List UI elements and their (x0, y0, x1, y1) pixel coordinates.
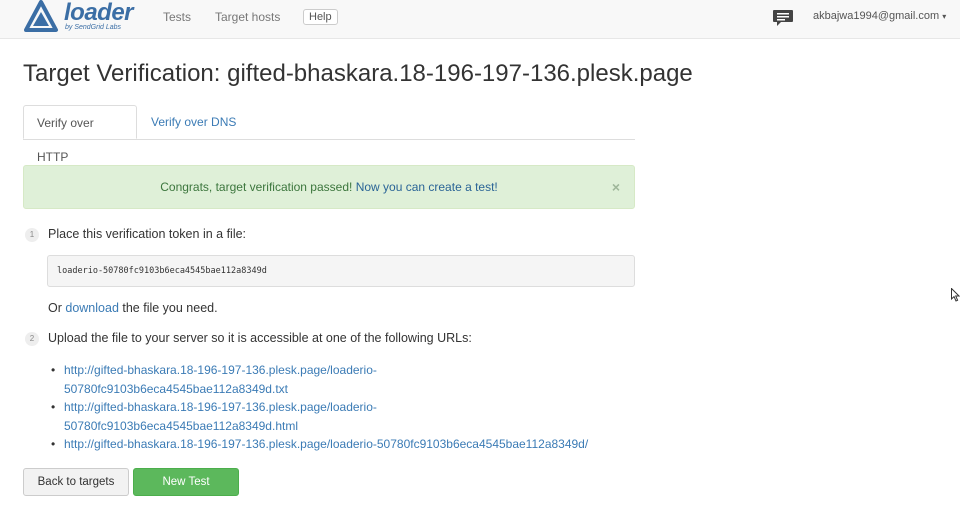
top-navbar: loader by SendGrid Labs Tests Target hos… (0, 0, 960, 39)
alert-message: Congrats, target verification passed! (160, 180, 353, 194)
step-number-1: 1 (25, 228, 39, 242)
bullet: • (51, 400, 56, 414)
url-txt-line-1[interactable]: http://gifted-bhaskara.18-196-197-136.pl… (64, 363, 377, 377)
chat-icon[interactable] (772, 9, 794, 32)
loader-logo-icon (24, 0, 58, 32)
caret-down-icon: ▾ (942, 12, 947, 21)
download-link[interactable]: download (65, 301, 119, 315)
step-2-text: Upload the file to your server so it is … (48, 331, 472, 345)
download-prefix: Or (48, 301, 62, 315)
step-1-text: Place this verification token in a file: (48, 227, 247, 241)
url-txt-line-2[interactable]: 50780fc9103b6eca4545bae112a8349d.txt (64, 382, 288, 396)
url-item-html[interactable]: • http://gifted-bhaskara.18-196-197-136.… (48, 398, 588, 435)
nav-help-button[interactable]: Help (303, 9, 338, 25)
nav-target-hosts-link[interactable]: Target hosts (215, 10, 280, 24)
url-html-line-1[interactable]: http://gifted-bhaskara.18-196-197-136.pl… (64, 400, 377, 414)
user-account-menu[interactable]: akbajwa1994@gmail.com ▾ (813, 10, 946, 22)
bullet: • (51, 437, 56, 451)
bullet: • (51, 363, 56, 377)
logo-tagline: by SendGrid Labs (65, 24, 122, 31)
url-list: • http://gifted-bhaskara.18-196-197-136.… (48, 361, 588, 454)
nav-tests-link[interactable]: Tests (163, 10, 191, 24)
close-icon[interactable]: × (612, 166, 620, 208)
success-alert: Congrats, target verification passed! No… (23, 165, 635, 209)
step-number-2: 2 (25, 332, 39, 346)
tab-verify-dns[interactable]: Verify over DNS (138, 105, 249, 139)
url-item-folder[interactable]: • http://gifted-bhaskara.18-196-197-136.… (48, 435, 588, 454)
tab-verify-http[interactable]: Verify over HTTP (23, 105, 137, 164)
back-to-targets-button[interactable]: Back to targets (23, 468, 129, 496)
download-line: Or download the file you need. (48, 301, 218, 315)
new-test-button[interactable]: New Test (133, 468, 239, 496)
mouse-cursor-icon (951, 287, 960, 307)
url-folder[interactable]: http://gifted-bhaskara.18-196-197-136.pl… (64, 437, 588, 451)
download-suffix: the file you need. (122, 301, 218, 315)
create-test-link[interactable]: Now you can create a test! (356, 180, 498, 194)
verification-token-field[interactable]: loaderio-50780fc9103b6eca4545bae112a8349… (47, 255, 635, 287)
url-item-txt[interactable]: • http://gifted-bhaskara.18-196-197-136.… (48, 361, 588, 398)
url-html-line-2[interactable]: 50780fc9103b6eca4545bae112a8349d.html (64, 419, 298, 433)
verification-tabs: Verify over HTTP Verify over DNS (23, 105, 635, 164)
logo-wordmark: loader (64, 0, 134, 26)
user-email: akbajwa1994@gmail.com (813, 10, 940, 22)
page-title: Target Verification: gifted-bhaskara.18-… (23, 60, 693, 87)
